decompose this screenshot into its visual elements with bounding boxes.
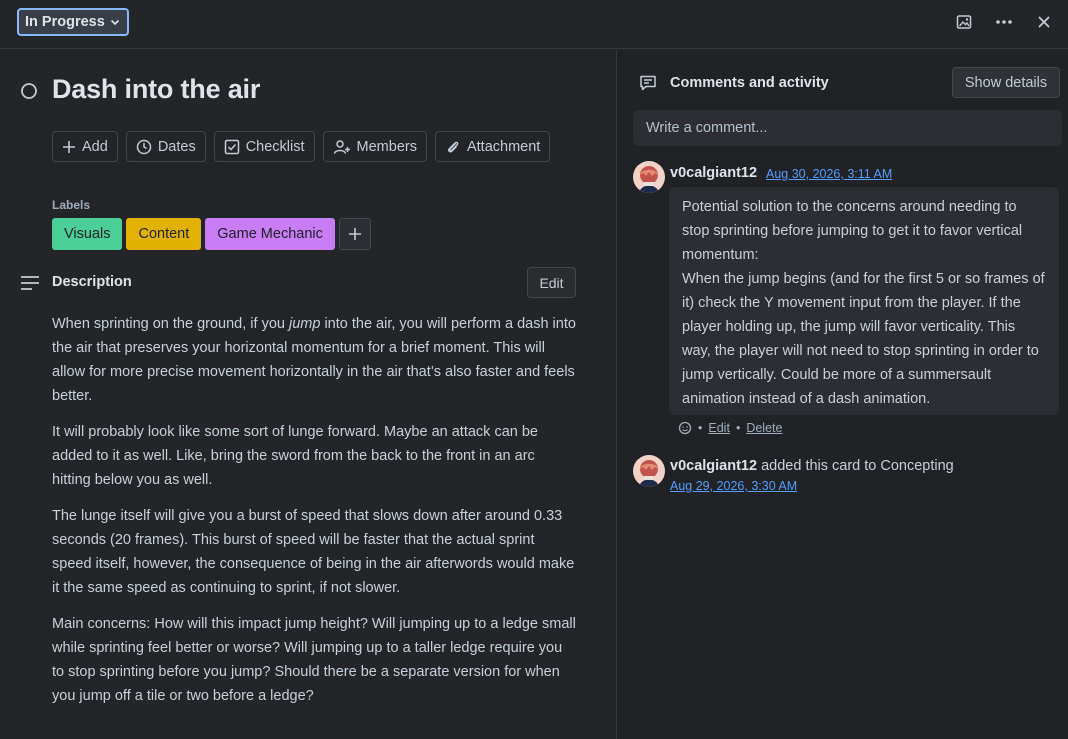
complete-toggle-icon[interactable] [20,82,38,100]
activity-pane: Comments and activity Show details Write… [616,50,1068,739]
description-paragraph: It will probably look like some sort of … [52,424,538,488]
paperclip-icon [447,141,459,153]
status-dropdown[interactable]: In Progress [17,8,129,36]
checklist-button[interactable]: Checklist [213,131,315,162]
attachment-button[interactable]: Attachment [434,131,551,162]
description-paragraph: The lunge itself will give you a burst o… [52,508,575,596]
comment-icon [639,74,657,92]
comment-body: Potential solution to the concerns aroun… [669,187,1059,415]
card-header: In Progress [0,0,1068,49]
comment-input[interactable]: Write a comment... [633,110,1062,146]
add-reaction-icon[interactable] [678,421,692,435]
add-button[interactable]: Add [52,131,118,162]
activity-heading: Comments and activity [670,75,829,91]
labels-list: Visuals Content Game Mechanic [52,218,371,250]
status-label: In Progress [25,14,105,30]
plus-icon [63,140,75,153]
labels-heading: Labels [52,198,91,212]
more-icon[interactable] [992,10,1016,34]
description-paragraph: Main concerns: How will this impact jump… [52,616,576,704]
clock-icon [136,139,152,154]
comment-actions: • Edit • Delete [678,421,782,435]
label-game-mechanic[interactable]: Game Mechanic [205,218,335,250]
avatar[interactable] [633,455,665,487]
description-icon [20,274,40,292]
description-text[interactable]: When sprinting on the ground, if you jum… [52,312,576,720]
show-details-button[interactable]: Show details [952,67,1060,98]
activity-author[interactable]: v0calgiant12 [670,458,757,474]
members-button[interactable]: Members [322,131,427,162]
chevron-down-icon [110,19,119,26]
add-label-button[interactable] [338,218,371,250]
card-title[interactable]: Dash into the air [52,74,260,105]
avatar[interactable] [633,161,665,193]
delete-comment-link[interactable]: Delete [746,421,782,435]
activity-entry: v0calgiant12 added this card to Concepti… [670,458,954,474]
comment-author[interactable]: v0calgiant12 [670,165,757,181]
comment-timestamp[interactable]: Aug 30, 2026, 3:11 AM [766,167,892,181]
description-paragraph: When sprinting on the ground, if you jum… [52,316,576,404]
description-heading: Description [52,274,132,290]
edit-comment-link[interactable]: Edit [708,421,730,435]
dates-button[interactable]: Dates [125,131,206,162]
add-person-icon [333,139,350,154]
checkbox-icon [224,139,239,154]
label-content[interactable]: Content [126,218,202,250]
activity-timestamp[interactable]: Aug 29, 2026, 3:30 AM [670,479,797,493]
label-visuals[interactable]: Visuals [52,218,123,250]
card-main-pane: Dash into the air Add Dates Checklist Me… [0,50,616,739]
close-icon[interactable] [1032,10,1056,34]
edit-description-button[interactable]: Edit [527,267,576,298]
image-icon[interactable] [952,10,976,34]
plus-icon [348,228,361,240]
card-actions: Add Dates Checklist Members Attachment [52,131,551,162]
